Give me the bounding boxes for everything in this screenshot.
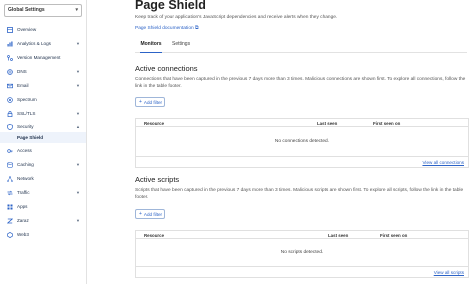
sidebar-item-label: Web3 bbox=[17, 232, 29, 237]
scripts-title: Active scripts bbox=[135, 175, 180, 184]
sidebar-item-caching[interactable]: Caching ▼ bbox=[0, 159, 86, 170]
add-filter-button[interactable]: + Add filter bbox=[135, 209, 165, 219]
column-header[interactable]: Resource bbox=[144, 121, 164, 126]
sidebar-item-access[interactable]: Access bbox=[0, 145, 86, 156]
sidebar-item-email[interactable]: Email ▼ bbox=[0, 80, 86, 91]
chevron-down-icon: ▼ bbox=[76, 41, 80, 46]
page-title: Page Shield bbox=[135, 0, 206, 12]
plus-icon: + bbox=[139, 211, 142, 217]
account-selector[interactable]: Global Settings ▾ bbox=[4, 4, 82, 17]
add-filter-label: Add filter bbox=[143, 99, 163, 105]
empty-state: No connections detected. bbox=[136, 127, 468, 157]
sidebar-item-overview[interactable]: Overview bbox=[0, 24, 86, 35]
connections-title: Active connections bbox=[135, 64, 198, 73]
network-icon bbox=[6, 175, 13, 182]
tab-monitors[interactable]: Monitors bbox=[140, 41, 162, 53]
scripts-description: Scripts that have been captured in the p… bbox=[135, 188, 464, 201]
chevron-down-icon: ▼ bbox=[76, 190, 80, 195]
connections-description: Connections that have been captured in t… bbox=[135, 77, 466, 90]
lock-icon bbox=[6, 110, 13, 117]
sidebar-item-label: Caching bbox=[17, 162, 34, 167]
sidebar-item-version-management[interactable]: Version Management bbox=[0, 52, 86, 63]
chevron-down-icon: ▼ bbox=[76, 111, 80, 116]
chevron-down-icon: ▼ bbox=[76, 83, 80, 88]
sidebar-item-web3[interactable]: Web3 bbox=[0, 229, 86, 240]
column-header[interactable]: Resource bbox=[144, 233, 164, 238]
documentation-link[interactable]: Page Shield documentation ⧉ bbox=[135, 25, 198, 31]
chevron-down-icon: ▼ bbox=[76, 162, 80, 167]
sidebar-item-label: Version Management bbox=[17, 55, 61, 60]
sidebar-item-page-shield[interactable]: Page Shield bbox=[0, 132, 86, 143]
sidebar-item-spectrum[interactable]: Spectrum bbox=[0, 94, 86, 105]
spectrum-icon bbox=[6, 96, 13, 103]
version-icon bbox=[6, 54, 13, 61]
sidebar-item-label: DNS bbox=[17, 69, 27, 74]
sidebar-item-label: Network bbox=[17, 176, 34, 181]
account-selector-label: Global Settings bbox=[8, 7, 45, 13]
sidebar-item-label: Traffic bbox=[17, 190, 30, 195]
main-content: Page Shield Keep track of your applicati… bbox=[87, 0, 474, 284]
chevron-up-icon: ▲ bbox=[76, 124, 80, 129]
page-description: Keep track of your application's JavaScr… bbox=[135, 15, 338, 20]
sidebar-item-apps[interactable]: Apps bbox=[0, 201, 86, 212]
connections-table: Resource Last seen First seen on No conn… bbox=[135, 118, 469, 168]
sidebar-item-label: Overview bbox=[17, 27, 37, 32]
zaraz-icon bbox=[6, 217, 13, 224]
sidebar-item-security[interactable]: Security ▲ bbox=[0, 121, 86, 132]
apps-icon bbox=[6, 203, 13, 210]
sidebar-item-label: Security bbox=[17, 124, 34, 129]
empty-state: No scripts detected. bbox=[136, 239, 468, 267]
email-icon bbox=[6, 82, 13, 89]
sidebar-item-ssl-tls[interactable]: SSL/TLS ▼ bbox=[0, 108, 86, 119]
sidebar: Global Settings ▾ Overview Analytics & L… bbox=[0, 0, 87, 284]
table-footer: View all scripts bbox=[136, 267, 468, 277]
dns-icon bbox=[6, 68, 13, 75]
shield-icon bbox=[6, 123, 13, 130]
sidebar-item-label: Access bbox=[17, 148, 32, 153]
sidebar-item-network[interactable]: Network bbox=[0, 173, 86, 184]
chevron-down-icon: ▾ bbox=[75, 7, 78, 13]
caching-icon bbox=[6, 161, 13, 168]
tab-settings[interactable]: Settings bbox=[172, 41, 190, 53]
column-header[interactable]: Last seen bbox=[317, 121, 337, 126]
column-header[interactable]: Last seen bbox=[328, 233, 348, 238]
sidebar-item-traffic[interactable]: Traffic ▼ bbox=[0, 187, 86, 198]
column-header[interactable]: First seen on bbox=[380, 233, 407, 238]
plus-icon: + bbox=[139, 99, 142, 105]
tab-bar: Monitors Settings bbox=[135, 39, 467, 53]
web3-icon bbox=[6, 231, 13, 238]
table-footer: View all connections bbox=[136, 157, 468, 167]
traffic-icon bbox=[6, 189, 13, 196]
sidebar-item-zaraz[interactable]: Zaraz ▼ bbox=[0, 215, 86, 226]
sidebar-item-label: Apps bbox=[17, 204, 28, 209]
sidebar-item-label: Page Shield bbox=[17, 135, 44, 140]
scripts-table: Resource Last seen First seen on No scri… bbox=[135, 230, 469, 278]
sidebar-item-label: SSL/TLS bbox=[17, 111, 36, 116]
sidebar-item-label: Zaraz bbox=[17, 218, 29, 223]
table-header: Resource Last seen First seen on bbox=[136, 231, 468, 239]
chevron-down-icon: ▼ bbox=[76, 69, 80, 74]
sidebar-item-label: Email bbox=[17, 83, 29, 88]
overview-icon bbox=[6, 26, 13, 33]
sidebar-item-label: Spectrum bbox=[17, 97, 37, 102]
view-all-scripts-link[interactable]: View all scripts bbox=[434, 270, 464, 275]
access-icon bbox=[6, 147, 13, 154]
chevron-down-icon: ▼ bbox=[76, 218, 80, 223]
analytics-icon bbox=[6, 40, 13, 47]
sidebar-item-label: Analytics & Logs bbox=[17, 41, 51, 46]
sidebar-item-dns[interactable]: DNS ▼ bbox=[0, 66, 86, 77]
add-filter-button[interactable]: + Add filter bbox=[135, 97, 165, 107]
view-all-connections-link[interactable]: View all connections bbox=[422, 160, 464, 165]
sidebar-item-analytics[interactable]: Analytics & Logs ▼ bbox=[0, 38, 86, 49]
column-header[interactable]: First seen on bbox=[373, 121, 400, 126]
table-header: Resource Last seen First seen on bbox=[136, 119, 468, 127]
add-filter-label: Add filter bbox=[143, 211, 163, 217]
